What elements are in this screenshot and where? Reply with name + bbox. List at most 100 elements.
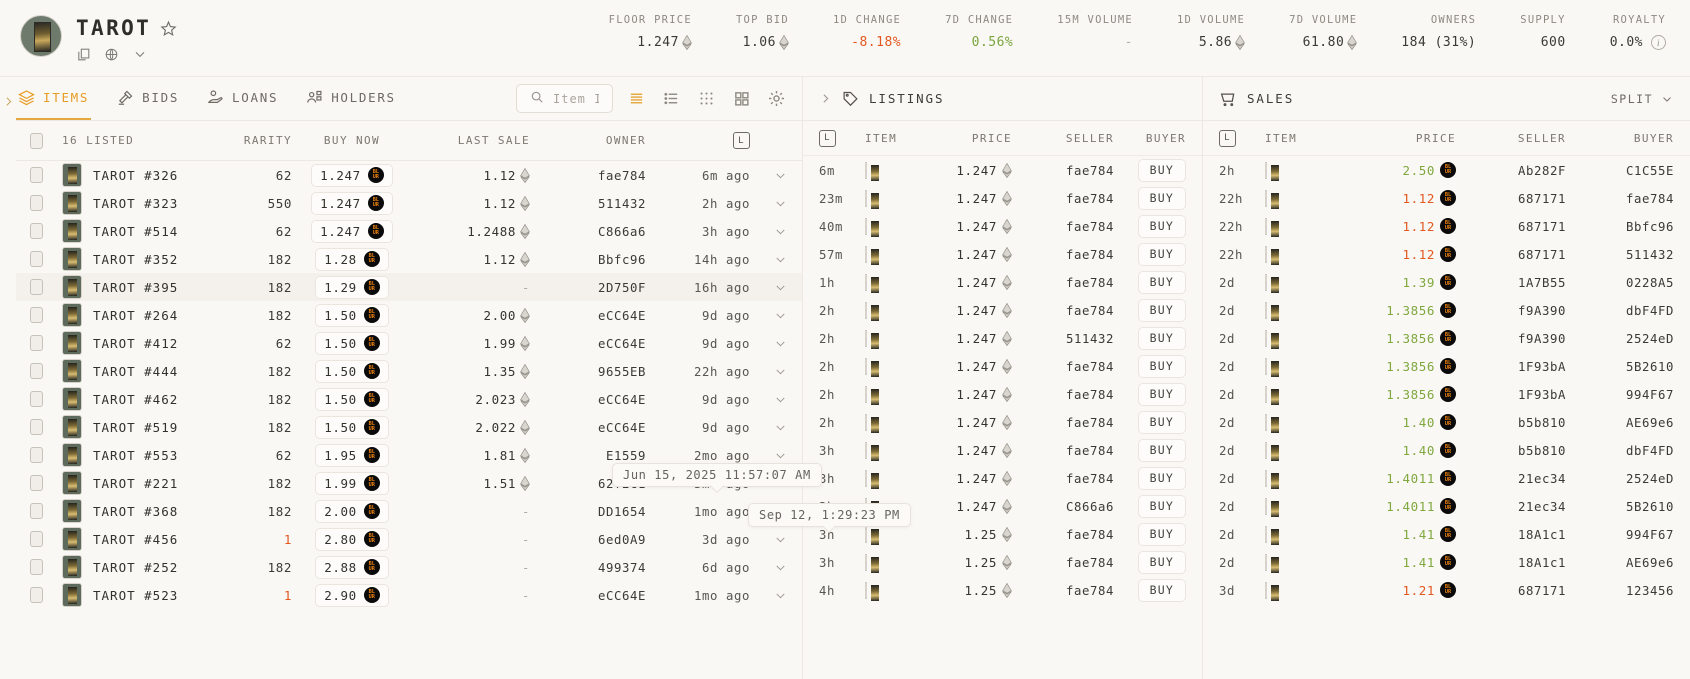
listing-buy-button[interactable]: BUY [1138, 579, 1186, 602]
sale-buyer[interactable]: 2524eD [1626, 472, 1674, 486]
buy-now-button[interactable]: 1.50BLUR [315, 416, 389, 439]
listing-row[interactable]: 1h1.247fae784BUY [803, 268, 1202, 296]
tab-items[interactable]: ITEMS [16, 77, 91, 120]
row-expand-chevron-icon[interactable] [773, 364, 788, 379]
view-list-dense-icon[interactable] [624, 87, 648, 111]
row-checkbox[interactable] [30, 503, 43, 519]
globe-icon[interactable] [104, 47, 119, 62]
sale-row[interactable]: 2d1.41BLUR18A1c1994F67 [1203, 520, 1690, 548]
sale-buyer[interactable]: 994F67 [1626, 388, 1674, 402]
row-checkbox[interactable] [30, 363, 43, 379]
listing-seller[interactable]: fae784 [1066, 472, 1114, 486]
buy-now-button[interactable]: 1.28BLUR [315, 248, 389, 271]
listing-buy-button[interactable]: BUY [1138, 439, 1186, 462]
col-owner[interactable]: OWNER [530, 134, 646, 147]
table-row[interactable]: TAROT #5191821.50BLUR2.022eCC64E9d ago [16, 413, 802, 441]
owner-address[interactable]: 511432 [598, 197, 646, 211]
sale-seller[interactable]: 687171 [1518, 192, 1566, 206]
chevron-down-icon[interactable] [132, 46, 148, 62]
buy-now-button[interactable]: 1.247BLUR [311, 164, 393, 187]
sale-buyer[interactable]: AE69e6 [1626, 556, 1674, 570]
buy-now-button[interactable]: 1.50BLUR [315, 388, 389, 411]
owner-address[interactable]: Bbfc96 [598, 253, 646, 267]
sale-seller[interactable]: 687171 [1518, 248, 1566, 262]
row-checkbox[interactable] [30, 223, 43, 239]
sale-buyer[interactable]: dbF4FD [1626, 304, 1674, 318]
sale-row[interactable]: 22h1.12BLUR687171Bbfc96 [1203, 212, 1690, 240]
owner-address[interactable]: eCC64E [598, 337, 646, 351]
listing-buy-button[interactable]: BUY [1138, 383, 1186, 406]
listing-buy-button[interactable]: BUY [1138, 523, 1186, 546]
listing-buy-button[interactable]: BUY [1138, 243, 1186, 266]
info-icon[interactable]: i [1651, 35, 1666, 50]
sale-row[interactable]: 2d1.4011BLUR21ec345B2610 [1203, 492, 1690, 520]
listing-row[interactable]: 2h1.247511432BUY [803, 324, 1202, 352]
view-list-icon[interactable] [659, 87, 683, 111]
buy-now-button[interactable]: 2.00BLUR [315, 500, 389, 523]
listing-seller[interactable]: fae784 [1066, 556, 1114, 570]
table-row[interactable]: TAROT #326621.247BLUR1.12fae7846m ago [16, 161, 802, 189]
sale-seller[interactable]: 687171 [1518, 220, 1566, 234]
owner-address[interactable]: eCC64E [598, 589, 646, 603]
view-grid-icon[interactable] [729, 87, 753, 111]
table-row[interactable]: TAROT #3681822.00BLUR-DD16541mo ago [16, 497, 802, 525]
sale-seller[interactable]: 1F93bA [1518, 388, 1566, 402]
owner-address[interactable]: 9655EB [598, 365, 646, 379]
table-row[interactable]: TAROT #45612.80BLUR-6ed0A93d ago [16, 525, 802, 553]
sale-seller[interactable]: f9A390 [1518, 304, 1566, 318]
sale-row[interactable]: 2h2.50BLURAb282FC1C55E [1203, 156, 1690, 184]
listing-row[interactable]: 40m1.247fae784BUY [803, 212, 1202, 240]
listing-buy-button[interactable]: BUY [1138, 327, 1186, 350]
sale-row[interactable]: 2d1.3856BLURf9A3902524eD [1203, 324, 1690, 352]
sale-seller[interactable]: 1F93bA [1518, 360, 1566, 374]
buy-now-button[interactable]: 1.247BLUR [311, 220, 393, 243]
sale-seller[interactable]: f9A390 [1518, 332, 1566, 346]
listing-row[interactable]: 3h1.25fae784BUY [803, 548, 1202, 576]
listing-buy-button[interactable]: BUY [1138, 159, 1186, 182]
gear-icon[interactable] [764, 87, 788, 111]
row-expand-chevron-icon[interactable] [773, 224, 788, 239]
sale-buyer[interactable]: 511432 [1626, 248, 1674, 262]
tab-loans[interactable]: LOANS [205, 77, 280, 120]
row-checkbox[interactable] [30, 587, 43, 603]
sale-buyer[interactable]: fae784 [1626, 192, 1674, 206]
owner-address[interactable]: DD1654 [598, 505, 646, 519]
row-expand-chevron-icon[interactable] [773, 588, 788, 603]
sale-row[interactable]: 2d1.4011BLUR21ec342524eD [1203, 464, 1690, 492]
owner-address[interactable]: eCC64E [598, 421, 646, 435]
sale-seller[interactable]: b5b810 [1518, 416, 1566, 430]
listing-buy-button[interactable]: BUY [1138, 551, 1186, 574]
sale-row[interactable]: 2d1.40BLURb5b810dbF4FD [1203, 436, 1690, 464]
listing-row[interactable]: 3h1.247fae784BUY [803, 436, 1202, 464]
row-expand-chevron-icon[interactable] [773, 532, 788, 547]
sale-buyer[interactable]: 2524eD [1626, 332, 1674, 346]
owner-address[interactable]: C866a6 [598, 225, 646, 239]
sale-buyer[interactable]: 123456 [1626, 584, 1674, 598]
owner-address[interactable]: 2D750F [598, 281, 646, 295]
sale-row[interactable]: 2d1.40BLURb5b810AE69e6 [1203, 408, 1690, 436]
table-row[interactable]: TAROT #4621821.50BLUR2.023eCC64E9d ago [16, 385, 802, 413]
owner-address[interactable]: fae784 [598, 169, 646, 183]
owner-address[interactable]: eCC64E [598, 393, 646, 407]
listing-seller[interactable]: fae784 [1066, 416, 1114, 430]
table-row[interactable]: TAROT #52312.90BLUR-eCC64E1mo ago [16, 581, 802, 609]
row-expand-chevron-icon[interactable] [773, 420, 788, 435]
row-expand-chevron-icon[interactable] [773, 560, 788, 575]
collapse-listings-chevron-icon[interactable] [819, 92, 832, 105]
row-checkbox[interactable] [30, 531, 43, 547]
sale-row[interactable]: 2d1.3856BLURf9A390dbF4FD [1203, 296, 1690, 324]
buy-now-button[interactable]: 1.29BLUR [315, 276, 389, 299]
row-checkbox[interactable] [30, 195, 43, 211]
listing-seller[interactable]: 511432 [1066, 332, 1114, 346]
sale-seller[interactable]: 21ec34 [1518, 472, 1566, 486]
row-checkbox[interactable] [30, 307, 43, 323]
table-row[interactable]: TAROT #2521822.88BLUR-4993746d ago [16, 553, 802, 581]
table-row[interactable]: TAROT #514621.247BLUR1.2488C866a63h ago [16, 217, 802, 245]
sale-seller[interactable]: 18A1c1 [1518, 528, 1566, 542]
listing-buy-button[interactable]: BUY [1138, 299, 1186, 322]
sale-seller[interactable]: Ab282F [1518, 164, 1566, 178]
sale-row[interactable]: 2d1.3856BLUR1F93bA994F67 [1203, 380, 1690, 408]
row-expand-chevron-icon[interactable] [773, 336, 788, 351]
sale-seller[interactable]: b5b810 [1518, 444, 1566, 458]
sale-buyer[interactable]: 0228A5 [1626, 276, 1674, 290]
